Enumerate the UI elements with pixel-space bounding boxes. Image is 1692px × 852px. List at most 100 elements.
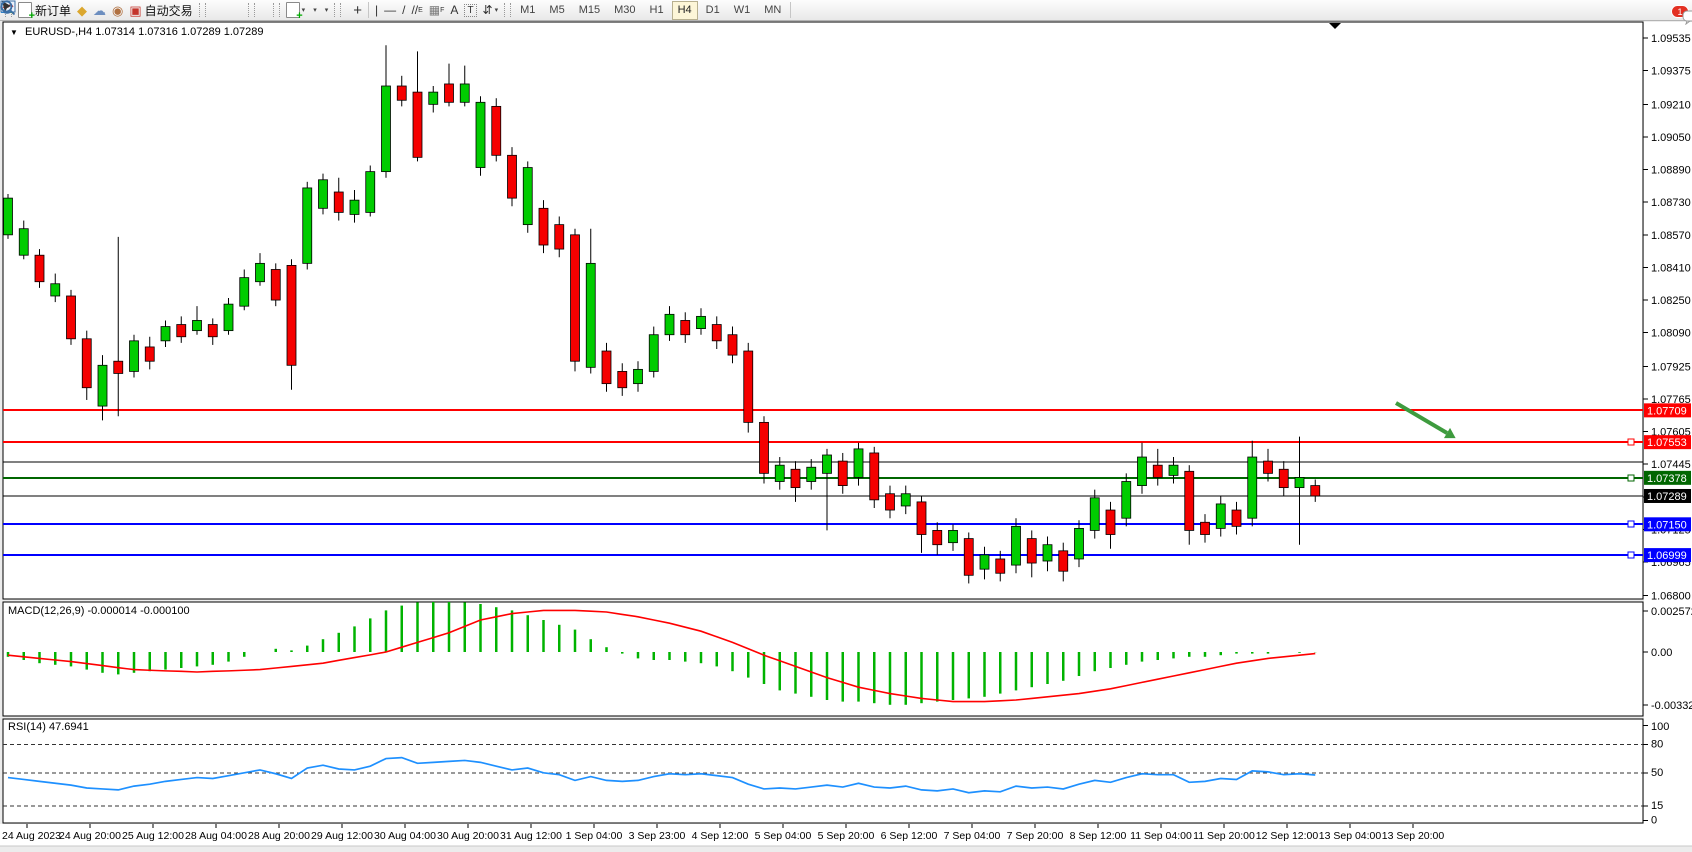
- svg-text:0.002572: 0.002572: [1651, 606, 1692, 618]
- hline-handle[interactable]: [1628, 439, 1634, 445]
- tf-button-M5[interactable]: M5: [543, 1, 570, 20]
- svg-text:4 Sep 12:00: 4 Sep 12:00: [692, 830, 749, 842]
- tf-button-M15[interactable]: M15: [573, 1, 606, 20]
- chevron-down-icon: ▾: [495, 6, 499, 14]
- label-button[interactable]: T: [461, 1, 479, 19]
- svg-text:12 Sep 12:00: 12 Sep 12:00: [1256, 830, 1319, 842]
- cloud-icon: ☁: [93, 4, 106, 17]
- chart-title: ▼ EURUSD-,H4 1.07314 1.07316 1.07289 1.0…: [10, 26, 264, 38]
- tf-button-D1[interactable]: D1: [700, 1, 726, 20]
- hline-handle[interactable]: [1628, 521, 1634, 527]
- svg-text:1.08090: 1.08090: [1651, 328, 1691, 340]
- svg-text:8 Sep 12:00: 8 Sep 12:00: [1070, 830, 1127, 842]
- svg-text:1 Sep 04:00: 1 Sep 04:00: [566, 830, 623, 842]
- symbol-timeframe: EURUSD-,H4: [25, 26, 92, 38]
- price-label: 1.07150: [1644, 517, 1691, 531]
- tile-windows-button[interactable]: [239, 1, 245, 19]
- chat-icon: [1682, 10, 1692, 25]
- hline-handle[interactable]: [1628, 552, 1634, 558]
- tf-button-W1[interactable]: W1: [728, 1, 757, 20]
- fibonacci-button[interactable]: ▦F: [426, 1, 448, 19]
- svg-text:1.07925: 1.07925: [1651, 361, 1691, 373]
- svg-text:3 Sep 23:00: 3 Sep 23:00: [629, 830, 686, 842]
- rsi-indicator-label: RSI(14) 47.6941: [8, 721, 89, 733]
- new-order-label: 新订单: [35, 2, 71, 19]
- svg-text:1.09050: 1.09050: [1651, 132, 1691, 144]
- chart-canvas[interactable]: 1.095351.093751.092101.090501.088901.087…: [0, 0, 1692, 852]
- text-button[interactable]: A: [447, 1, 461, 19]
- trendline-button[interactable]: /: [399, 1, 408, 19]
- svg-text:11 Sep 04:00: 11 Sep 04:00: [1130, 830, 1192, 842]
- svg-text:30 Aug 20:00: 30 Aug 20:00: [437, 830, 499, 842]
- svg-text:100: 100: [1651, 721, 1669, 733]
- crosshair-button[interactable]: +: [350, 1, 365, 19]
- svg-text:1.07289: 1.07289: [1647, 491, 1687, 503]
- autotrade-button[interactable]: ▣ 自动交易: [126, 1, 195, 19]
- tf-button-H4[interactable]: H4: [672, 1, 698, 20]
- svg-text:11 Sep 20:00: 11 Sep 20:00: [1193, 830, 1255, 842]
- mt4-window: 新订单 ◆ ☁ ◉ ▣ 自动交易 ▾ ▾ ▾ + | — / //E ▦F A …: [0, 0, 1692, 852]
- tf-button-MN[interactable]: MN: [758, 1, 787, 20]
- vertical-line-button[interactable]: |: [372, 1, 381, 19]
- arrows-button[interactable]: ⇵▾: [480, 1, 502, 19]
- profiles-button[interactable]: ▾: [308, 1, 320, 19]
- svg-text:30 Aug 04:00: 30 Aug 04:00: [374, 830, 436, 842]
- svg-text:13 Sep 04:00: 13 Sep 04:00: [1319, 830, 1382, 842]
- new-chart-icon: [286, 2, 300, 18]
- svg-text:80: 80: [1651, 738, 1663, 750]
- arrows-icon: ⇵: [483, 3, 493, 17]
- price-label: 1.07553: [1644, 435, 1691, 449]
- svg-text:24 Aug 20:00: 24 Aug 20:00: [59, 830, 121, 842]
- svg-text:1.07553: 1.07553: [1647, 437, 1687, 449]
- fibonacci-icon: ▦: [429, 3, 440, 17]
- new-chart-button[interactable]: ▾: [283, 1, 309, 19]
- horizontal-line-icon: —: [384, 3, 396, 17]
- new-order-icon: [18, 2, 32, 18]
- text-icon: A: [450, 3, 458, 17]
- templates-button[interactable]: ▾: [320, 1, 332, 19]
- svg-text:1.09535: 1.09535: [1651, 33, 1691, 45]
- search-icon[interactable]: [0, 0, 16, 16]
- equidistant-channel-button[interactable]: //E: [408, 1, 425, 19]
- svg-text:28 Aug 04:00: 28 Aug 04:00: [185, 830, 247, 842]
- ohlc-readout: 1.07314 1.07316 1.07289 1.07289: [95, 26, 263, 38]
- svg-text:29 Aug 12:00: 29 Aug 12:00: [311, 830, 373, 842]
- tf-button-M30[interactable]: M30: [608, 1, 641, 20]
- tf-button-H1[interactable]: H1: [644, 1, 670, 20]
- svg-text:31 Aug 12:00: 31 Aug 12:00: [500, 830, 562, 842]
- channel-icon: //: [411, 3, 418, 17]
- svg-text:1.07709: 1.07709: [1647, 405, 1687, 417]
- svg-text:1.06800: 1.06800: [1651, 591, 1691, 603]
- svg-text:5 Sep 04:00: 5 Sep 04:00: [755, 830, 812, 842]
- macd-indicator-label: MACD(12,26,9) -0.000014 -0.000100: [8, 605, 190, 617]
- autotrade-icon: ▣: [129, 4, 141, 17]
- community-button[interactable]: ☁: [90, 1, 109, 19]
- svg-text:24 Aug 2023: 24 Aug 2023: [2, 830, 61, 842]
- rsi-pane: [3, 719, 1643, 823]
- price-pane: [3, 22, 1643, 599]
- market-watch-button[interactable]: ◆: [74, 1, 90, 19]
- svg-text:1.06999: 1.06999: [1647, 550, 1687, 562]
- price-label: 1.06999: [1644, 548, 1691, 562]
- symbol-dropdown-icon[interactable]: ▼: [10, 28, 18, 37]
- svg-text:1.08570: 1.08570: [1651, 230, 1691, 242]
- svg-text:1.07445: 1.07445: [1651, 459, 1691, 471]
- new-order-button[interactable]: 新订单: [15, 1, 74, 19]
- svg-text:7 Sep 04:00: 7 Sep 04:00: [944, 830, 1001, 842]
- chevron-down-icon: ▾: [313, 6, 317, 14]
- svg-text:1.07150: 1.07150: [1647, 519, 1687, 531]
- svg-text:1.08410: 1.08410: [1651, 262, 1691, 274]
- timeframe-group: M1M5M15M30H1H4D1W1MN: [514, 1, 787, 20]
- tf-button-M1[interactable]: M1: [514, 1, 541, 20]
- gem-icon: ◆: [77, 4, 87, 17]
- svg-text:6 Sep 12:00: 6 Sep 12:00: [881, 830, 938, 842]
- hline-handle[interactable]: [1628, 475, 1634, 481]
- price-label: 1.07289: [1644, 489, 1691, 503]
- price-label: 1.07378: [1644, 471, 1691, 485]
- svg-text:1.08890: 1.08890: [1651, 165, 1691, 177]
- svg-text:1.07378: 1.07378: [1647, 473, 1687, 485]
- chart-shift-button[interactable]: [264, 1, 270, 19]
- signals-button[interactable]: ◉: [109, 1, 126, 19]
- svg-text:7 Sep 20:00: 7 Sep 20:00: [1007, 830, 1064, 842]
- horizontal-line-button[interactable]: —: [381, 1, 399, 19]
